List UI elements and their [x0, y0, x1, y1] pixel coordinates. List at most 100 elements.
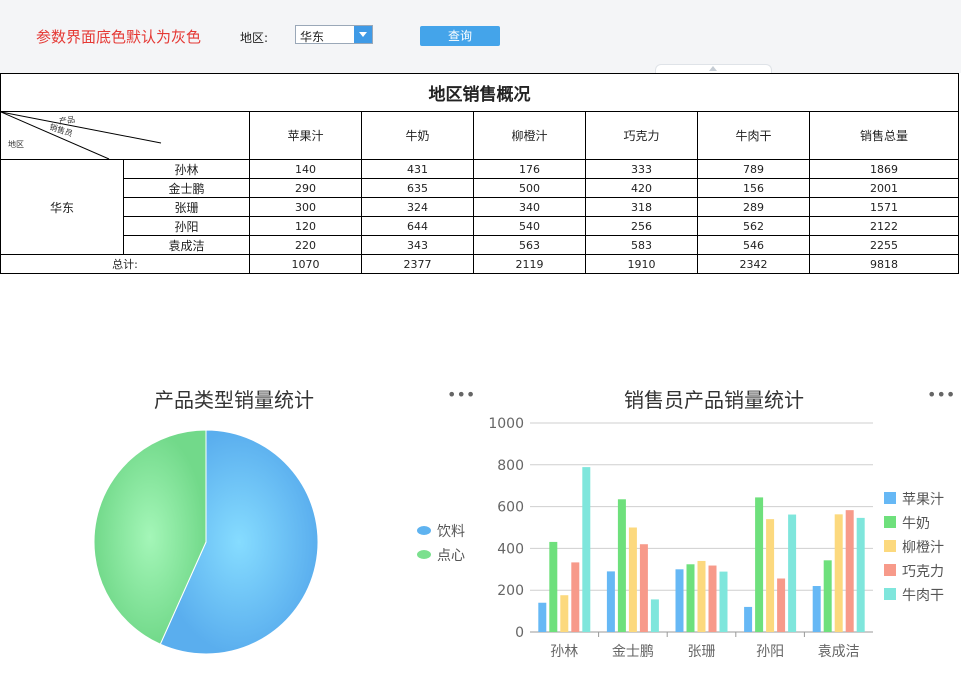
- diagonal-header-cell: 产品 销售员 地区: [0, 111, 250, 160]
- value-cell: 431: [361, 159, 474, 179]
- value-cell: 1869: [809, 159, 959, 179]
- value-cell: 318: [585, 197, 698, 217]
- value-cell: 2255: [809, 235, 959, 255]
- total-cell: 2119: [473, 254, 586, 274]
- x-tick-label: 孙阳: [756, 644, 784, 660]
- x-tick-label: 金士鹏: [612, 644, 654, 660]
- bar-chart: 0 200 400 600 800 1000 孙林 金士鹏 张珊 孙阳 袁成洁: [488, 416, 873, 660]
- chevron-down-icon[interactable]: [354, 26, 372, 43]
- bar-0-0[interactable]: [538, 602, 547, 632]
- report-title: 地区销售概况: [0, 73, 959, 112]
- value-cell: 563: [473, 235, 586, 255]
- total-label: 总计:: [0, 254, 250, 274]
- x-tick-label: 孙林: [550, 644, 578, 660]
- column-header: 柳橙汁: [473, 111, 586, 160]
- region-select[interactable]: 华东: [295, 25, 373, 44]
- column-header: 销售总量: [809, 111, 959, 160]
- value-cell: 340: [473, 197, 586, 217]
- legend-item-label[interactable]: 牛肉干: [902, 585, 944, 605]
- bar-3-3[interactable]: [777, 578, 786, 632]
- bar-2-2[interactable]: [697, 560, 706, 632]
- legend-item-label[interactable]: 饮料: [437, 521, 465, 541]
- total-cell: 2342: [697, 254, 810, 274]
- value-cell: 2122: [809, 216, 959, 236]
- column-header: 牛肉干: [697, 111, 810, 160]
- bar-4-1[interactable]: [823, 560, 832, 632]
- diagonal-lines: [1, 112, 162, 159]
- bar-0-4[interactable]: [582, 467, 591, 632]
- legend-swatch[interactable]: [417, 550, 431, 559]
- legend-swatch[interactable]: [884, 516, 896, 528]
- value-cell: 500: [473, 178, 586, 198]
- value-cell: 300: [249, 197, 362, 217]
- bar-chart-title: 销售员产品销量统计: [624, 388, 804, 412]
- table-row: 张珊 300 324 340 318 289 1571: [1, 197, 959, 217]
- total-row: 总计: 1070 2377 2119 1910 2342 9818: [0, 254, 959, 274]
- legend-swatch[interactable]: [417, 526, 431, 535]
- legend-item-label[interactable]: 苹果汁: [902, 489, 944, 509]
- total-cell: 2377: [361, 254, 474, 274]
- bar-4-3[interactable]: [845, 510, 854, 632]
- bar-3-4[interactable]: [788, 514, 797, 632]
- report-header-row: 产品 销售员 地区 苹果汁 牛奶 柳橙汁 巧克力 牛肉干 销售总量: [0, 111, 959, 160]
- bar-2-1[interactable]: [686, 564, 695, 632]
- bar-0-2[interactable]: [560, 595, 569, 632]
- total-cell: 1070: [249, 254, 362, 274]
- seller-name-cell: 张珊: [123, 197, 250, 217]
- value-cell: 256: [585, 216, 698, 236]
- y-tick-label: 0: [515, 625, 524, 641]
- sales-report-table: 地区销售概况 产品 销售员 地区 苹果汁 牛奶 柳橙汁 巧克力 牛肉干 销售总量 华东 孙林…: [0, 73, 959, 274]
- legend-item-label[interactable]: 牛奶: [902, 513, 930, 533]
- seller-name-cell: 孙林: [123, 159, 250, 179]
- bar-1-0[interactable]: [606, 571, 615, 632]
- region-label: 地区:: [240, 31, 269, 45]
- bar-3-0[interactable]: [744, 606, 753, 632]
- legend-swatch[interactable]: [884, 540, 896, 552]
- column-header: 巧克力: [585, 111, 698, 160]
- table-row: 孙阳 120 644 540 256 562 2122: [1, 216, 959, 236]
- value-cell: 562: [697, 216, 810, 236]
- bar-1-3[interactable]: [639, 544, 648, 632]
- y-tick-label: 400: [497, 541, 524, 557]
- y-tick-label: 200: [497, 583, 524, 599]
- legend-item-label[interactable]: 柳橙汁: [902, 537, 944, 557]
- more-icon[interactable]: •••: [927, 385, 955, 404]
- bar-2-3[interactable]: [708, 565, 717, 632]
- seller-name-cell: 孙阳: [123, 216, 250, 236]
- value-cell: 789: [697, 159, 810, 179]
- seller-name-cell: 袁成洁: [123, 235, 250, 255]
- query-button[interactable]: 查询: [420, 26, 500, 46]
- bar-1-4[interactable]: [650, 599, 659, 632]
- parameter-panel: 参数界面底色默认为灰色 地区: 华东 查询: [0, 0, 961, 74]
- bar-4-4[interactable]: [856, 517, 865, 632]
- value-cell: 140: [249, 159, 362, 179]
- value-cell: 2001: [809, 178, 959, 198]
- bar-2-4[interactable]: [719, 571, 728, 632]
- bar-4-2[interactable]: [834, 514, 843, 632]
- bar-3-2[interactable]: [766, 519, 775, 632]
- y-tick-label: 600: [497, 500, 524, 516]
- bar-2-0[interactable]: [675, 569, 684, 632]
- legend-item-label[interactable]: 点心: [437, 545, 465, 565]
- value-cell: 324: [361, 197, 474, 217]
- value-cell: 1571: [809, 197, 959, 217]
- legend-swatch[interactable]: [884, 492, 896, 504]
- value-cell: 176: [473, 159, 586, 179]
- bar-0-1[interactable]: [549, 541, 558, 632]
- value-cell: 546: [697, 235, 810, 255]
- bar-1-2[interactable]: [628, 527, 637, 633]
- bar-4-0[interactable]: [812, 586, 821, 632]
- more-icon[interactable]: •••: [447, 385, 475, 404]
- legend-swatch[interactable]: [884, 564, 896, 576]
- y-tick-label: 800: [497, 458, 524, 474]
- bar-0-3[interactable]: [571, 562, 580, 632]
- bar-1-1[interactable]: [617, 499, 626, 632]
- table-row: 袁成洁 220 343 563 583 546 2255: [1, 235, 959, 255]
- bar-3-1[interactable]: [755, 497, 764, 632]
- table-row: 华东 孙林 140 431 176 333 789 1869: [0, 159, 959, 255]
- value-cell: 120: [249, 216, 362, 236]
- legend-swatch[interactable]: [884, 588, 896, 600]
- pie-chart: [93, 429, 319, 655]
- value-cell: 540: [473, 216, 586, 236]
- legend-item-label[interactable]: 巧克力: [902, 561, 944, 581]
